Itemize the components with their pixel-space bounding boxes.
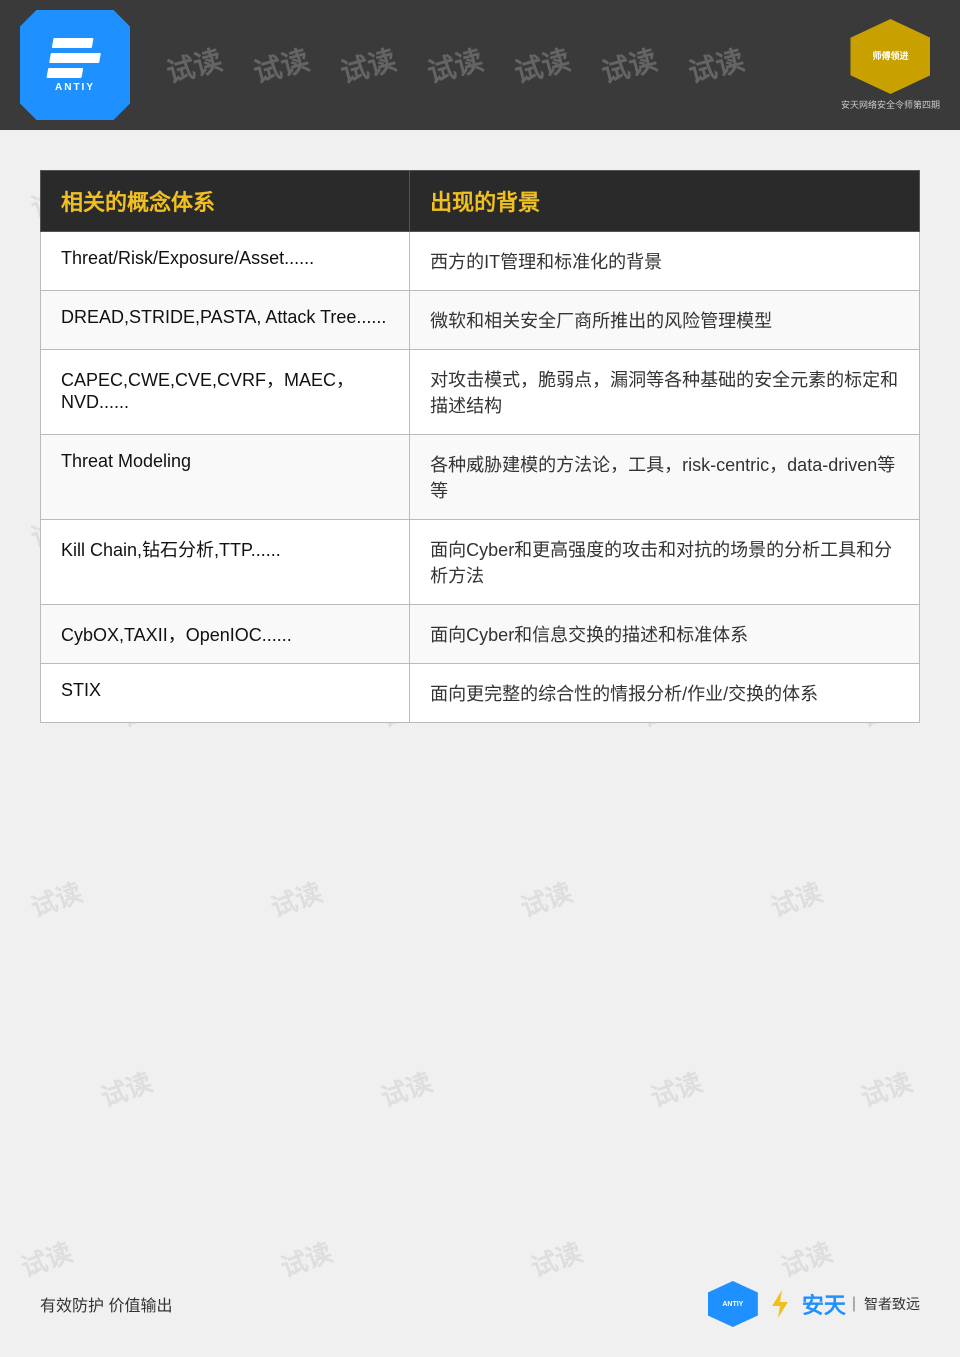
watermark: 试读 [684,38,748,91]
table-cell-background: 面向Cyber和更高强度的攻击和对抗的场景的分析工具和分析方法 [410,520,920,605]
logo-label: ANTIY [55,82,95,93]
bwm: 试读 [265,872,327,925]
table-header-row: 相关的概念体系 出现的背景 [41,171,920,232]
logo-stripes [46,38,103,78]
table-cell-concept: Threat Modeling [41,435,410,520]
table-cell-background: 对攻击模式，脆弱点，漏洞等各种基础的安全元素的标定和描述结构 [410,350,920,435]
table-cell-concept: DREAD,STRIDE,PASTA, Attack Tree...... [41,291,410,350]
table-cell-background: 微软和相关安全厂商所推出的风险管理模型 [410,291,920,350]
watermark: 试读 [423,38,487,91]
table-cell-concept: CybOX,TAXII，OpenIOC...... [41,605,410,664]
table-cell-background: 西方的IT管理和标准化的背景 [410,232,920,291]
table-row: CAPEC,CWE,CVE,CVRF，MAEC，NVD......对攻击模式，脆… [41,350,920,435]
badge-label: 师傅领进 [872,51,908,63]
footer-lightning-icon [764,1288,796,1320]
footer-separator: | [852,1295,856,1313]
bwm: 试读 [25,872,87,925]
table-row: Kill Chain,钻石分析,TTP......面向Cyber和更高强度的攻击… [41,520,920,605]
logo-stripe-1 [52,38,94,48]
footer-logo-badge: ANTIY [708,1281,758,1327]
footer-brand-sub: 智者致远 [864,1294,920,1314]
badge-line1: 师傅领进 [872,51,908,63]
footer-brand: ANTIY 安天 | 智者致远 [708,1281,920,1327]
footer-logo-label: ANTIY [722,1301,743,1308]
table-cell-background: 面向更完整的综合性的情报分析/作业/交换的体系 [410,664,920,723]
main-content: 相关的概念体系 出现的背景 Threat/Risk/Exposure/Asset… [0,130,960,753]
table-cell-concept: Kill Chain,钻石分析,TTP...... [41,520,410,605]
bwm: 试读 [775,1232,837,1285]
bwm: 试读 [275,1232,337,1285]
table-cell-concept: Threat/Risk/Exposure/Asset...... [41,232,410,291]
logo-stripe-3 [46,68,83,78]
footer-tagline: 有效防护 价值输出 [40,1292,172,1316]
col2-header: 出现的背景 [410,171,920,232]
bwm: 试读 [525,1232,587,1285]
col1-header: 相关的概念体系 [41,171,410,232]
bwm: 试读 [515,872,577,925]
antiy-logo: ANTIY [20,10,130,120]
badge-subtitle: 安天网络安全令师第四期 [841,98,940,111]
table-cell-concept: CAPEC,CWE,CVE,CVRF，MAEC，NVD...... [41,350,410,435]
header: ANTIY 试读 试读 试读 试读 试读 试读 试读 师傅领进 安天网络安全令师… [0,0,960,130]
watermark: 试读 [161,38,225,91]
bwm: 试读 [855,1062,917,1115]
bwm: 试读 [645,1062,707,1115]
header-right-logo: 师傅领进 安天网络安全令师第四期 [841,19,940,111]
badge-logo: 师傅领进 [850,19,930,94]
watermark: 试读 [336,38,400,91]
table-row: STIX面向更完整的综合性的情报分析/作业/交换的体系 [41,664,920,723]
table-row: DREAD,STRIDE,PASTA, Attack Tree......微软和… [41,291,920,350]
footer-brand-name: 安天 [802,1288,846,1320]
table-row: Threat/Risk/Exposure/Asset......西方的IT管理和… [41,232,920,291]
watermark: 试读 [597,38,661,91]
concepts-table: 相关的概念体系 出现的背景 Threat/Risk/Exposure/Asset… [40,170,920,723]
header-watermarks: 试读 试读 试读 试读 试读 试读 试读 [0,0,960,130]
table-cell-background: 各种威胁建模的方法论，工具，risk-centric，data-driven等等 [410,435,920,520]
watermark: 试读 [248,38,312,91]
footer: 有效防护 价值输出 ANTIY 安天 | 智者致远 [40,1281,920,1327]
table-row: Threat Modeling各种威胁建模的方法论，工具，risk-centri… [41,435,920,520]
bwm: 试读 [15,1232,77,1285]
bwm: 试读 [765,872,827,925]
bwm: 试读 [95,1062,157,1115]
table-cell-background: 面向Cyber和信息交换的描述和标准体系 [410,605,920,664]
logo-stripe-2 [49,53,101,63]
table-cell-concept: STIX [41,664,410,723]
table-row: CybOX,TAXII，OpenIOC......面向Cyber和信息交换的描述… [41,605,920,664]
watermark: 试读 [510,38,574,91]
bwm: 试读 [375,1062,437,1115]
